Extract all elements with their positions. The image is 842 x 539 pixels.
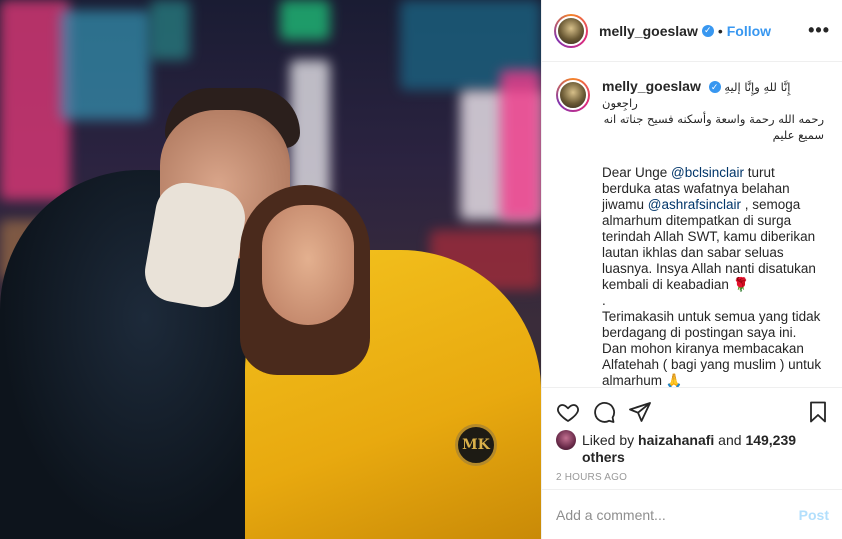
woman-face xyxy=(262,205,354,325)
caption-comment: melly_goeslaw ✓ إِنَّا للهِ وإِنَّا إليه… xyxy=(556,78,828,388)
caption-area: melly_goeslaw ✓ إِنَّا للهِ وإِنَّا إليه… xyxy=(542,62,842,388)
post-header: melly_goeslaw ✓ • Follow ••• xyxy=(542,0,842,62)
caption-text-part: , semoga almarhum ditempatkan di surga t… xyxy=(602,197,822,388)
liker-avatar[interactable] xyxy=(556,430,576,450)
liker-username[interactable]: haizahanafi xyxy=(638,432,714,448)
post-timestamp[interactable]: 2 HOURS AGO xyxy=(542,466,842,483)
separator-dot: • xyxy=(717,22,723,39)
mention-link[interactable]: @bclsinclair xyxy=(671,165,744,180)
author-username[interactable]: melly_goeslaw xyxy=(599,23,698,39)
caption-avatar[interactable] xyxy=(556,78,590,112)
likes-prefix: Liked by xyxy=(582,432,639,448)
comment-input[interactable] xyxy=(556,506,799,523)
add-comment-bar: Post xyxy=(542,489,842,539)
likes-middle: and xyxy=(714,432,746,448)
caption-username[interactable]: melly_goeslaw xyxy=(602,78,701,94)
arabic-text-line2: رحمه الله رحمة واسعة وأسكنه فسيح جناته ا… xyxy=(603,112,824,142)
caption-text-part: Dear Unge xyxy=(602,165,672,180)
author-avatar[interactable] xyxy=(554,13,588,48)
neon-sign xyxy=(500,70,541,220)
neon-sign xyxy=(60,10,150,120)
paper-plane-icon[interactable] xyxy=(628,400,652,424)
neon-sign xyxy=(150,0,190,60)
more-options-icon[interactable]: ••• xyxy=(808,20,830,41)
verified-badge-icon: ✓ xyxy=(708,81,721,94)
post-sidebar: melly_goeslaw ✓ • Follow ••• melly_goesl… xyxy=(541,0,842,539)
caption-text: Dear Unge @bclsinclair turut berduka ata… xyxy=(602,165,824,388)
caption-body: melly_goeslaw ✓ إِنَّا للهِ وإِنَّا إليه… xyxy=(602,78,824,388)
verified-badge-icon: ✓ xyxy=(701,24,714,37)
heart-icon[interactable] xyxy=(556,400,580,424)
follow-button[interactable]: Follow xyxy=(727,23,771,39)
mention-link[interactable]: @ashrafsinclair xyxy=(648,197,741,212)
neon-sign xyxy=(280,0,330,40)
action-bar xyxy=(542,388,842,426)
bookmark-icon[interactable] xyxy=(806,400,830,424)
mk-logo-badge: MK xyxy=(455,424,497,466)
post-comment-button[interactable]: Post xyxy=(799,507,829,523)
speech-bubble-icon[interactable] xyxy=(592,400,616,424)
likes-summary: Liked by haizahanafi and 149,239 others xyxy=(542,426,842,466)
post-photo[interactable]: MK xyxy=(0,0,541,539)
